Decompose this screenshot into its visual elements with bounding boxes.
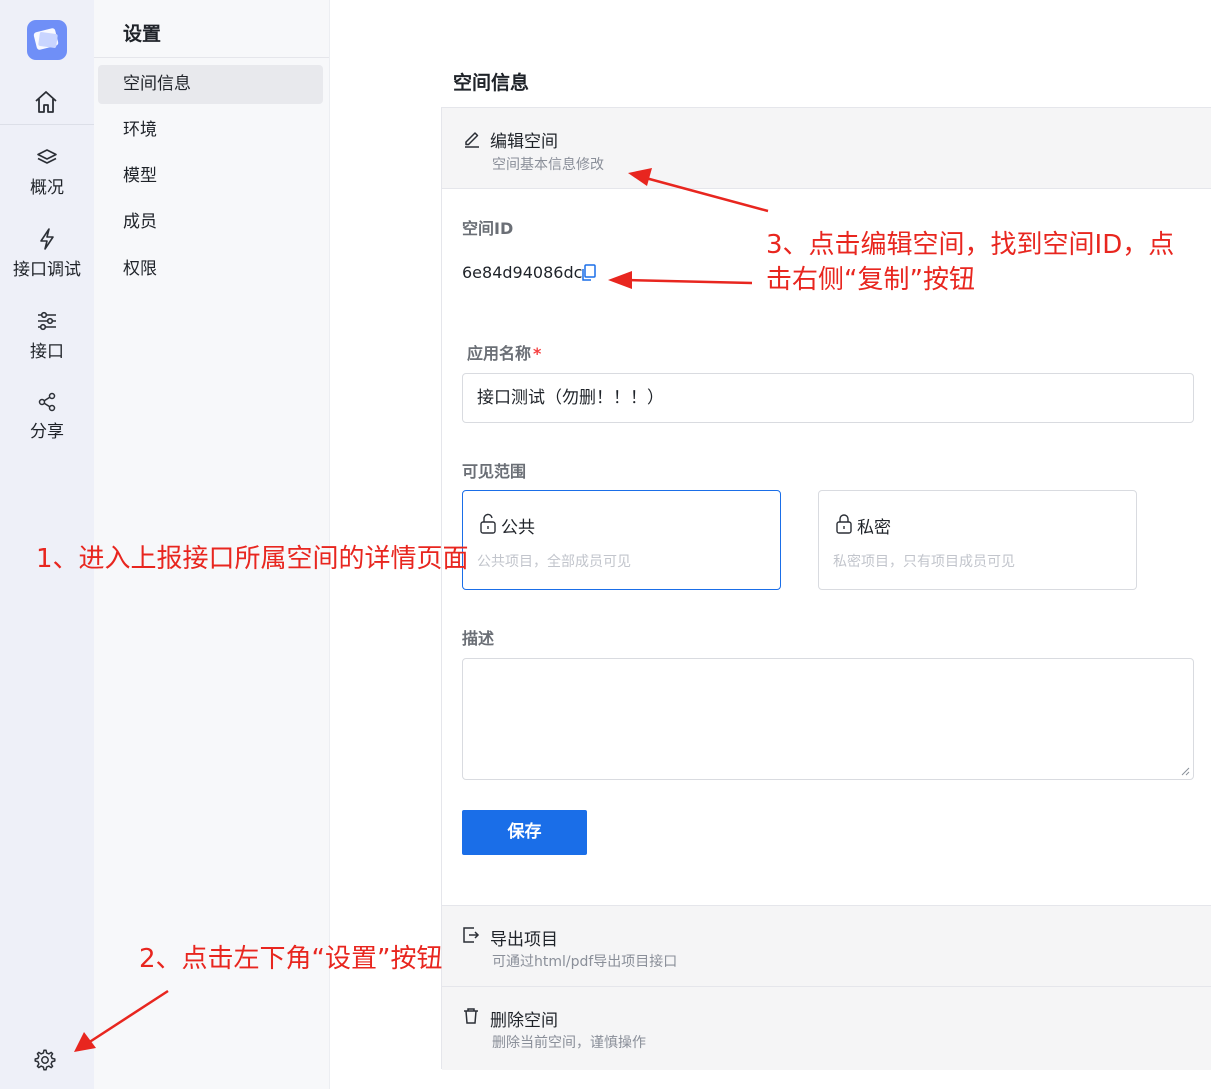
gear-icon[interactable] <box>33 1048 57 1072</box>
export-section[interactable]: 导出项目 可通过html/pdf导出项目接口 <box>442 905 1211 987</box>
submenu-item-members[interactable]: 成员 <box>98 203 323 242</box>
logo-shape-back <box>38 31 58 49</box>
unlock-icon <box>480 513 496 534</box>
required-mark: * <box>533 344 542 363</box>
export-icon <box>463 927 480 943</box>
rail-label-api: 接口 <box>30 342 64 362</box>
app-logo[interactable] <box>27 20 67 60</box>
submenu-item-permissions[interactable]: 权限 <box>98 250 323 289</box>
page-title: 空间信息 <box>453 72 530 94</box>
delete-title: 删除空间 <box>490 1011 558 1031</box>
share-icon <box>38 392 56 412</box>
submenu-item-environment[interactable]: 环境 <box>98 111 323 150</box>
rail-item-overview[interactable]: 概况 <box>0 147 94 198</box>
private-title: 私密 <box>857 518 891 538</box>
home-icon[interactable] <box>32 88 60 116</box>
visibility-label: 可见范围 <box>462 462 527 481</box>
rail-item-debug[interactable]: 接口调试 <box>0 227 94 280</box>
annotation-step2: 2、点击左下角“设置”按钮 <box>139 944 443 974</box>
delete-desc: 删除当前空间，谨慎操作 <box>492 1035 646 1051</box>
rail-item-share[interactable]: 分享 <box>0 391 94 442</box>
space-id-value: 6e84d94086dc <box>462 263 583 282</box>
submenu-divider <box>94 57 329 58</box>
app-name-label: 应用名称 * <box>467 340 541 364</box>
visibility-option-public[interactable]: 公共 公共项目，全部成员可见 <box>462 490 781 590</box>
app-name-input[interactable]: 接口测试（勿删！！！） <box>462 373 1194 423</box>
annotation-step3-line2: 击右侧“复制”按钮 <box>766 265 975 295</box>
sliders-icon <box>38 311 56 331</box>
rail-item-api[interactable]: 接口 <box>0 309 94 362</box>
copy-icon[interactable] <box>580 264 596 282</box>
pencil-icon <box>465 132 479 148</box>
private-desc: 私密项目，只有项目成员可见 <box>833 554 1015 570</box>
edit-space-desc: 空间基本信息修改 <box>492 157 604 173</box>
lock-icon <box>836 514 852 534</box>
lightning-icon <box>40 228 54 250</box>
rail-divider <box>0 124 94 125</box>
public-desc: 公共项目，全部成员可见 <box>477 554 631 570</box>
submenu-item-model[interactable]: 模型 <box>98 157 323 196</box>
edit-space-section[interactable]: 编辑空间 空间基本信息修改 <box>442 108 1211 189</box>
submenu-item-space-info[interactable]: 空间信息 <box>98 65 323 104</box>
description-label: 描述 <box>462 629 495 648</box>
space-id-label: 空间ID <box>462 219 514 238</box>
annotation-step3-line1: 3、点击编辑空间，找到空间ID，点 <box>766 230 1175 260</box>
layers-icon <box>37 149 57 164</box>
edit-space-title: 编辑空间 <box>490 132 558 152</box>
delete-section[interactable]: 删除空间 删除当前空间，谨慎操作 <box>442 987 1211 1070</box>
public-title: 公共 <box>501 518 535 538</box>
resize-handle-icon[interactable] <box>1180 766 1190 776</box>
export-title: 导出项目 <box>490 930 558 950</box>
save-button[interactable]: 保存 <box>462 810 587 855</box>
app-name-label-text: 应用名称 <box>467 344 532 363</box>
description-textarea[interactable] <box>462 658 1194 780</box>
rail-label-debug: 接口调试 <box>13 260 81 280</box>
export-desc: 可通过html/pdf导出项目接口 <box>492 954 678 970</box>
rail-label-overview: 概况 <box>30 178 64 198</box>
visibility-option-private[interactable]: 私密 私密项目，只有项目成员可见 <box>818 490 1137 590</box>
rail-label-share: 分享 <box>30 422 64 442</box>
trash-icon <box>464 1008 478 1024</box>
submenu-title: 设置 <box>123 23 162 45</box>
annotation-step1: 1、进入上报接口所属空间的详情页面 <box>36 544 469 574</box>
